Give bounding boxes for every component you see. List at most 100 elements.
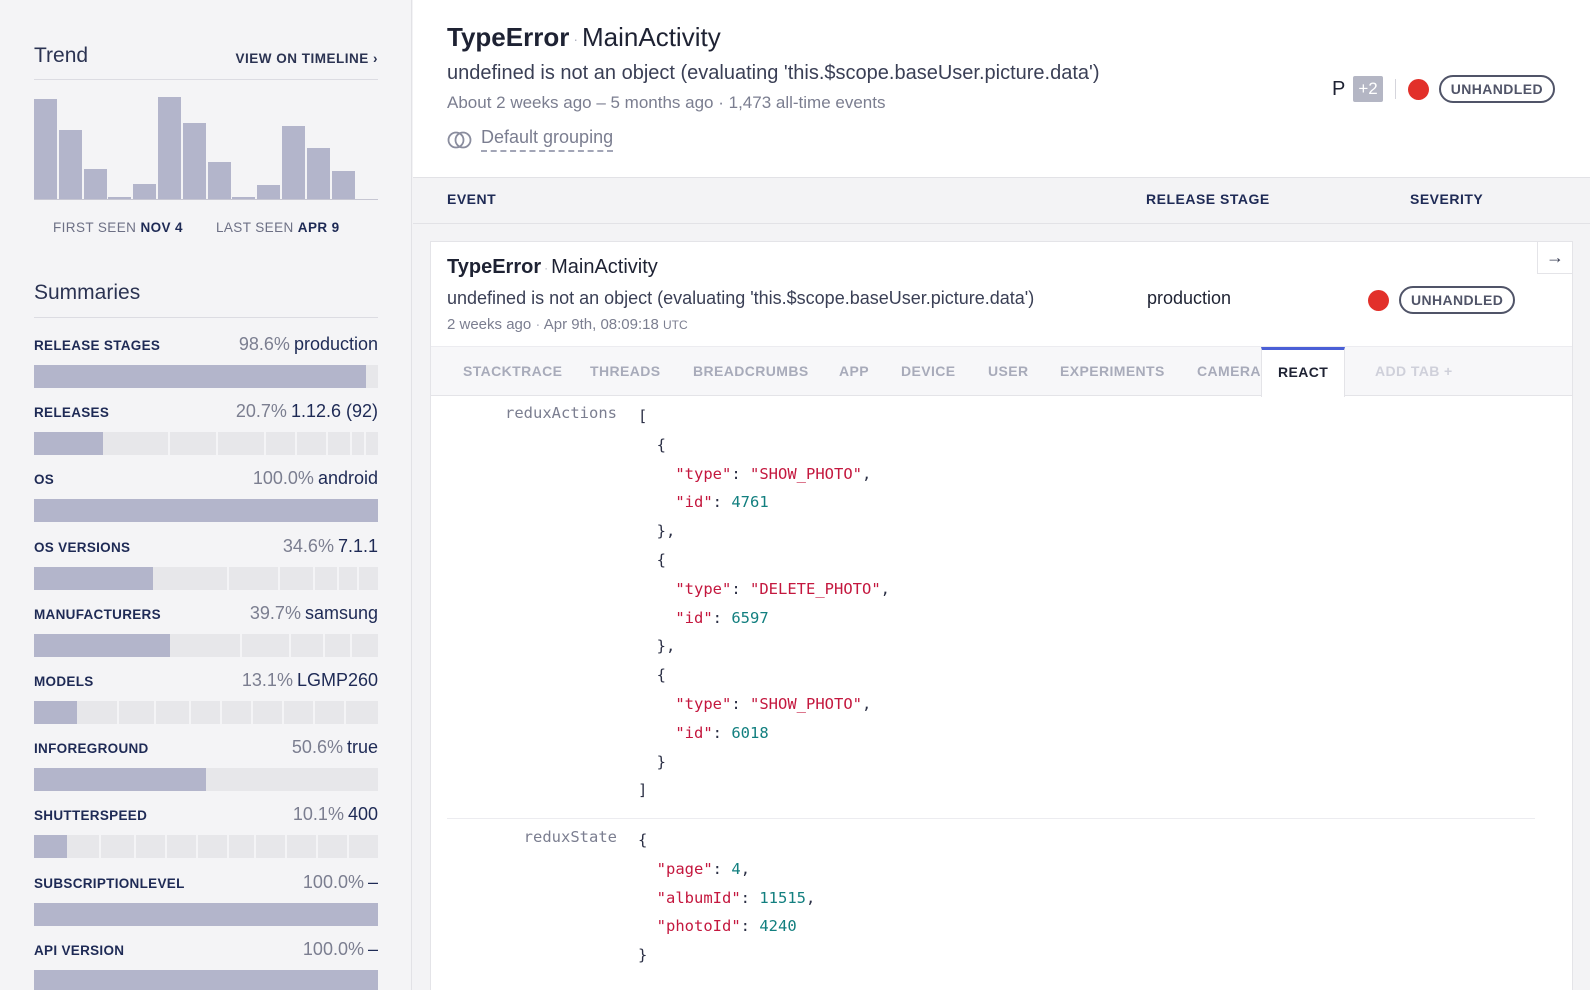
tab-threads[interactable]: THREADS — [590, 347, 660, 396]
tab-app[interactable]: APP — [839, 347, 869, 396]
trend-bar[interactable] — [58, 129, 82, 199]
summary-bar-segment-divider — [350, 432, 353, 456]
summary-bar-segment-divider — [312, 701, 315, 724]
summary-bar-segment-divider — [316, 835, 319, 859]
trend-bar[interactable] — [331, 170, 355, 199]
summary-bar-segment-divider — [254, 835, 257, 859]
summary-bar-segment-divider — [278, 566, 281, 590]
summary-bar-segment-divider — [357, 566, 360, 590]
summary-row: OS 100.0% android — [34, 468, 378, 523]
trend-bar[interactable] — [257, 185, 281, 199]
summary-distribution-bar[interactable] — [34, 902, 378, 926]
tab-add-tab[interactable]: ADD TAB + — [1375, 347, 1453, 396]
tab-react[interactable]: REACT — [1261, 347, 1346, 397]
summary-label: RELEASE STAGES — [34, 338, 161, 353]
tab-camera[interactable]: CAMERA — [1197, 347, 1261, 396]
summary-percent: 98.6% — [238, 334, 290, 354]
event-column-headers: EVENT RELEASE STAGE SEVERITY — [413, 179, 1590, 224]
divider — [1394, 79, 1396, 99]
summary-top-value: 400 — [347, 804, 378, 825]
trend-bar[interactable] — [133, 184, 157, 199]
event-message: undefined is not an object (evaluating '… — [447, 288, 1035, 308]
summary-row: SHUTTERSPEED 10.1% 400 — [34, 804, 378, 859]
summary-distribution-bar[interactable] — [34, 768, 378, 792]
summary-row: RELEASES 20.7% 1.12.6 (92) — [34, 401, 378, 456]
summary-row: SUBSCRIPTIONLEVEL 100.0% – — [34, 872, 378, 926]
event-release-stage: production — [1147, 288, 1232, 308]
summary-distribution-bar[interactable] — [34, 566, 378, 590]
summary-value: 34.6% 7.1.1 — [283, 536, 378, 557]
summary-distribution-bar[interactable] — [34, 835, 378, 859]
summary-value: 10.1% 400 — [293, 804, 378, 825]
summary-distribution-bar[interactable] — [34, 432, 378, 456]
grouping-icon — [447, 131, 472, 148]
event-tabs: STACKTRACE THREADS BREADCRUMBS APP DEVICE USE… — [431, 346, 1572, 397]
trend-bar[interactable] — [34, 99, 57, 199]
tab-breadcrumbs[interactable]: BREADCRUMBS — [693, 347, 809, 396]
default-grouping-button[interactable]: Default grouping — [447, 127, 614, 152]
summary-bar-segment-divider — [154, 701, 157, 724]
trend-bar[interactable] — [182, 123, 206, 199]
summary-percent: 50.6% — [291, 737, 343, 758]
summary-row: MANUFACTURERS 39.7% samsung — [34, 603, 378, 657]
summary-distribution-bar[interactable] — [34, 365, 378, 388]
summary-distribution-bar[interactable] — [34, 499, 378, 523]
summary-label: SHUTTERSPEED — [34, 808, 148, 824]
trend-bar[interactable] — [207, 162, 231, 199]
summary-distribution-bar[interactable] — [34, 701, 378, 724]
view-on-timeline-link[interactable]: VIEW ON TIMELINE › — [236, 51, 379, 66]
summary-top-value: LGMP260 — [296, 670, 378, 690]
trend-header: Trend VIEW ON TIMELINE › — [34, 44, 378, 80]
header-actions: P +2 UNHANDLED — [1332, 75, 1555, 103]
summary-bar-segment-divider — [133, 835, 136, 859]
summary-distribution-bar[interactable] — [34, 633, 378, 657]
error-header: TypeError · MainActivity undefined is not … — [413, 0, 1590, 178]
tab-device[interactable]: DEVICE — [901, 347, 956, 396]
tab-user[interactable]: USER — [988, 347, 1029, 396]
summary-bar-fill — [34, 365, 366, 388]
summary-top-value: samsung — [304, 602, 378, 623]
more-assignees-badge[interactable]: +2 — [1353, 76, 1383, 102]
redux-state-value: { "page": 4, "albumId": 11515, "photoId"… — [638, 831, 816, 965]
summary-row: API VERSION 100.0% – — [34, 939, 378, 990]
last-seen-label: LAST SEEN — [216, 220, 294, 235]
summary-top-value: 1.12.6 (92) — [290, 401, 378, 422]
error-class: TypeError — [447, 22, 570, 52]
summary-bar-fill — [34, 835, 67, 859]
summary-value: 100.0% – — [303, 939, 378, 960]
trend-bar[interactable] — [158, 97, 181, 199]
trend-bar[interactable] — [108, 196, 132, 199]
error-message: undefined is not an object (evaluating '… — [447, 62, 1100, 84]
summary-top-value: 7.1.1 — [337, 535, 378, 556]
summary-bar-segment-divider — [226, 835, 229, 859]
trend-bar[interactable] — [282, 125, 305, 199]
summary-row: INFOREGROUND 50.6% true — [34, 737, 378, 792]
assignee-avatar[interactable]: P — [1332, 78, 1345, 101]
event-time: 2 weeks ago · Apr 9th, 08:09:18 UTC — [447, 316, 688, 333]
summary-value: 100.0% android — [253, 468, 378, 489]
error-context: MainActivity — [582, 22, 721, 52]
summary-bar-segment-divider — [226, 566, 229, 590]
summary-distribution-bar[interactable] — [34, 969, 378, 990]
event-unhandled-badge: UNHANDLED — [1399, 286, 1516, 314]
summary-bar-segment-divider — [347, 835, 350, 859]
trend-bar[interactable] — [232, 196, 256, 199]
open-event-arrow-icon[interactable]: → — [1537, 241, 1573, 274]
summary-bar-segment-divider — [116, 701, 119, 724]
event-severity: UNHANDLED — [1368, 286, 1516, 314]
tab-stacktrace[interactable]: STACKTRACE — [463, 347, 562, 396]
tab-experiments[interactable]: EXPERIMENTS — [1060, 347, 1165, 396]
trend-bar[interactable] — [306, 147, 330, 199]
summary-label: OS VERSIONS — [34, 539, 131, 555]
last-seen: LAST SEEN APR 9 — [216, 220, 340, 235]
event-title: TypeError · MainActivity — [447, 256, 658, 278]
summary-bar-segment-divider — [240, 633, 243, 657]
summary-bar-fill — [34, 633, 170, 657]
column-severity: SEVERITY — [1410, 191, 1484, 207]
section-divider — [447, 818, 1535, 819]
trend-bar[interactable] — [83, 168, 107, 199]
severity-error-icon — [1368, 289, 1389, 311]
summary-top-value: – — [367, 938, 378, 959]
summary-bar-segment-divider — [326, 432, 329, 456]
summary-bar-segment-divider — [288, 633, 291, 657]
